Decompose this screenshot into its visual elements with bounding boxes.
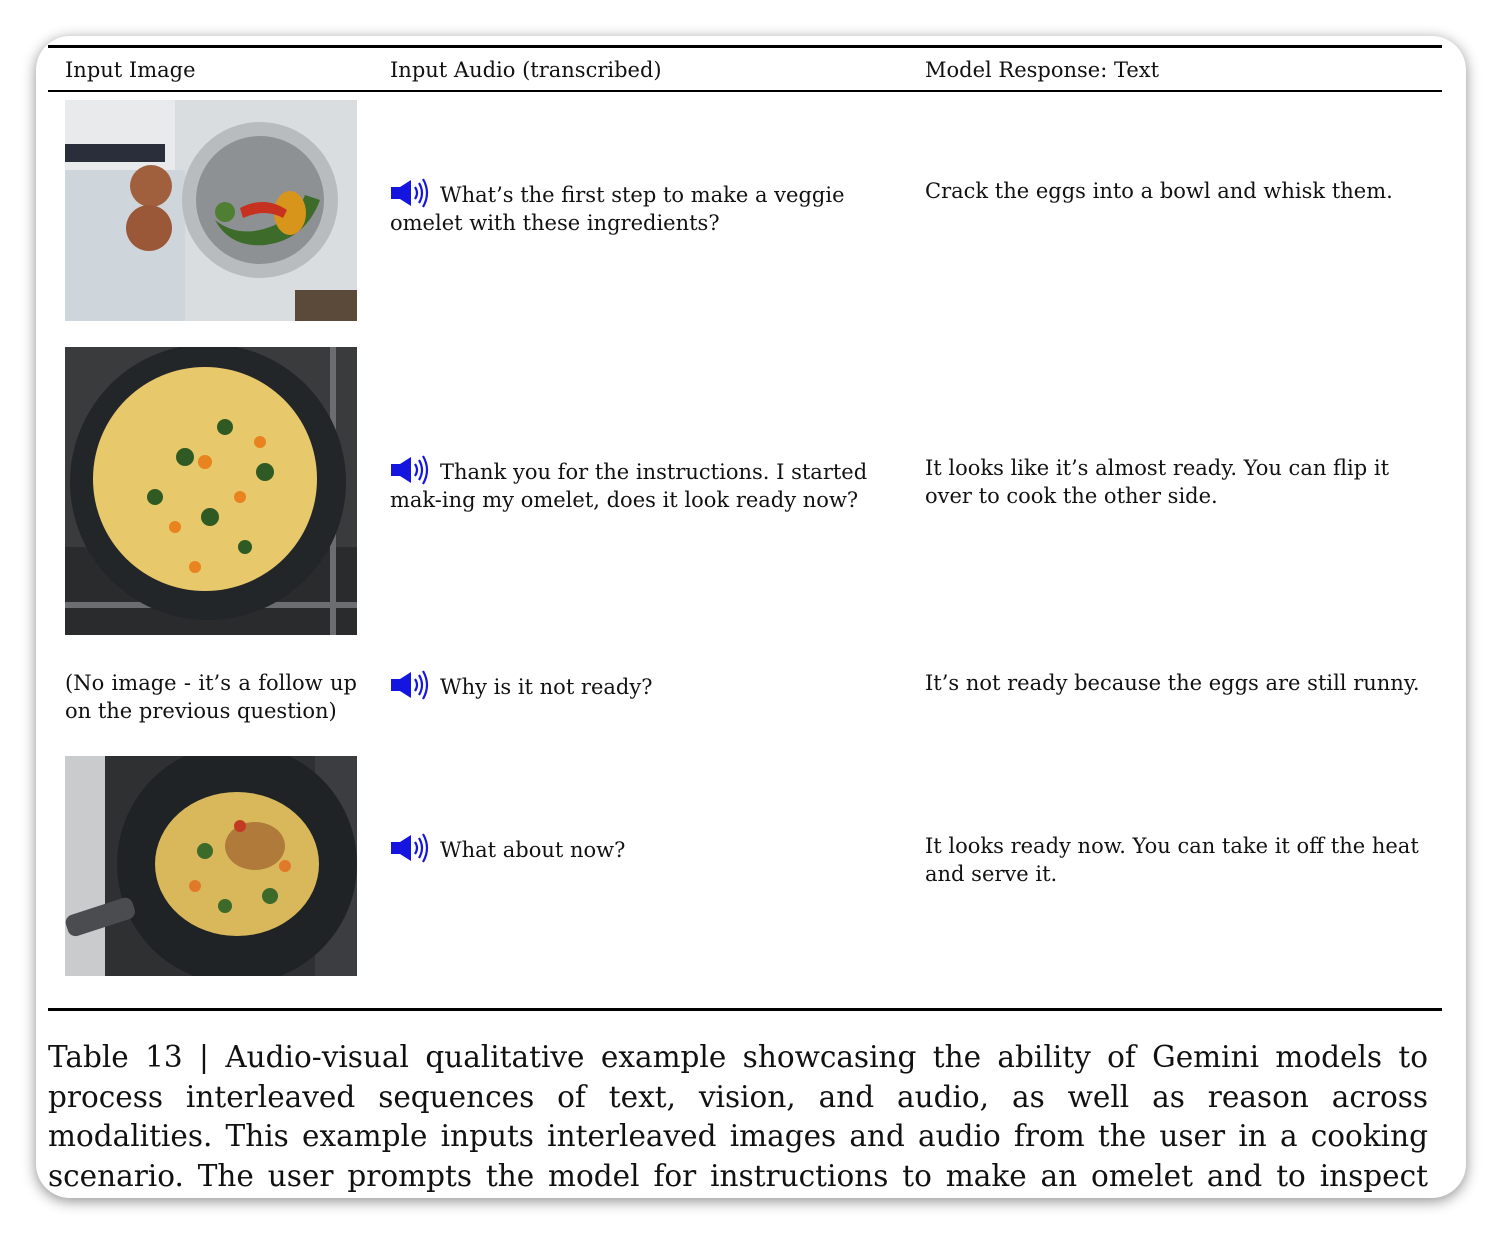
- no-image-note: (No image - it’s a follow up on the prev…: [65, 671, 357, 723]
- header-model-response: Model Response: Text: [925, 58, 1160, 82]
- audio-cell-3: Why is it not ready?: [390, 670, 900, 702]
- caption-text: Audio-visual qualitative example showcas…: [48, 1040, 1428, 1194]
- raw-omelet-photo: [65, 347, 357, 635]
- ingredients-photo: [65, 100, 357, 321]
- response-cell-3: It’s not ready because the eggs are stil…: [925, 671, 1420, 695]
- speaker-icon[interactable]: [390, 833, 430, 863]
- response-cell-2: It looks like it’s almost ready. You can…: [925, 456, 1390, 508]
- bottom-rule: [48, 1008, 1442, 1011]
- top-rule: [48, 45, 1442, 48]
- speaker-icon[interactable]: [390, 178, 430, 208]
- audio-cell-1: What’s the first step to make a veggie o…: [390, 178, 900, 237]
- speaker-icon[interactable]: [390, 670, 430, 700]
- table-caption: Table 13 | Audio-visual qualitative exam…: [48, 1038, 1428, 1198]
- audio-transcript: What about now?: [440, 838, 626, 862]
- response-cell-1: Crack the eggs into a bowl and whisk the…: [925, 179, 1393, 203]
- header-rule: [48, 90, 1442, 92]
- header-input-audio: Input Audio (transcribed): [390, 58, 662, 82]
- speaker-icon[interactable]: [390, 455, 430, 485]
- table-figure: Input Image Input Audio (transcribed) Mo…: [36, 36, 1466, 1198]
- response-cell-4: It looks ready now. You can take it off …: [925, 834, 1419, 886]
- audio-transcript: What’s the first step to make a veggie o…: [390, 183, 845, 235]
- audio-cell-2: Thank you for the instructions. I starte…: [390, 455, 900, 514]
- header-input-image: Input Image: [65, 58, 196, 82]
- audio-transcript: Why is it not ready?: [440, 675, 653, 699]
- cooked-omelet-photo: [65, 756, 357, 976]
- audio-transcript: Thank you for the instructions. I starte…: [390, 460, 868, 512]
- caption-label: Table 13 |: [48, 1040, 209, 1074]
- audio-cell-4: What about now?: [390, 833, 900, 865]
